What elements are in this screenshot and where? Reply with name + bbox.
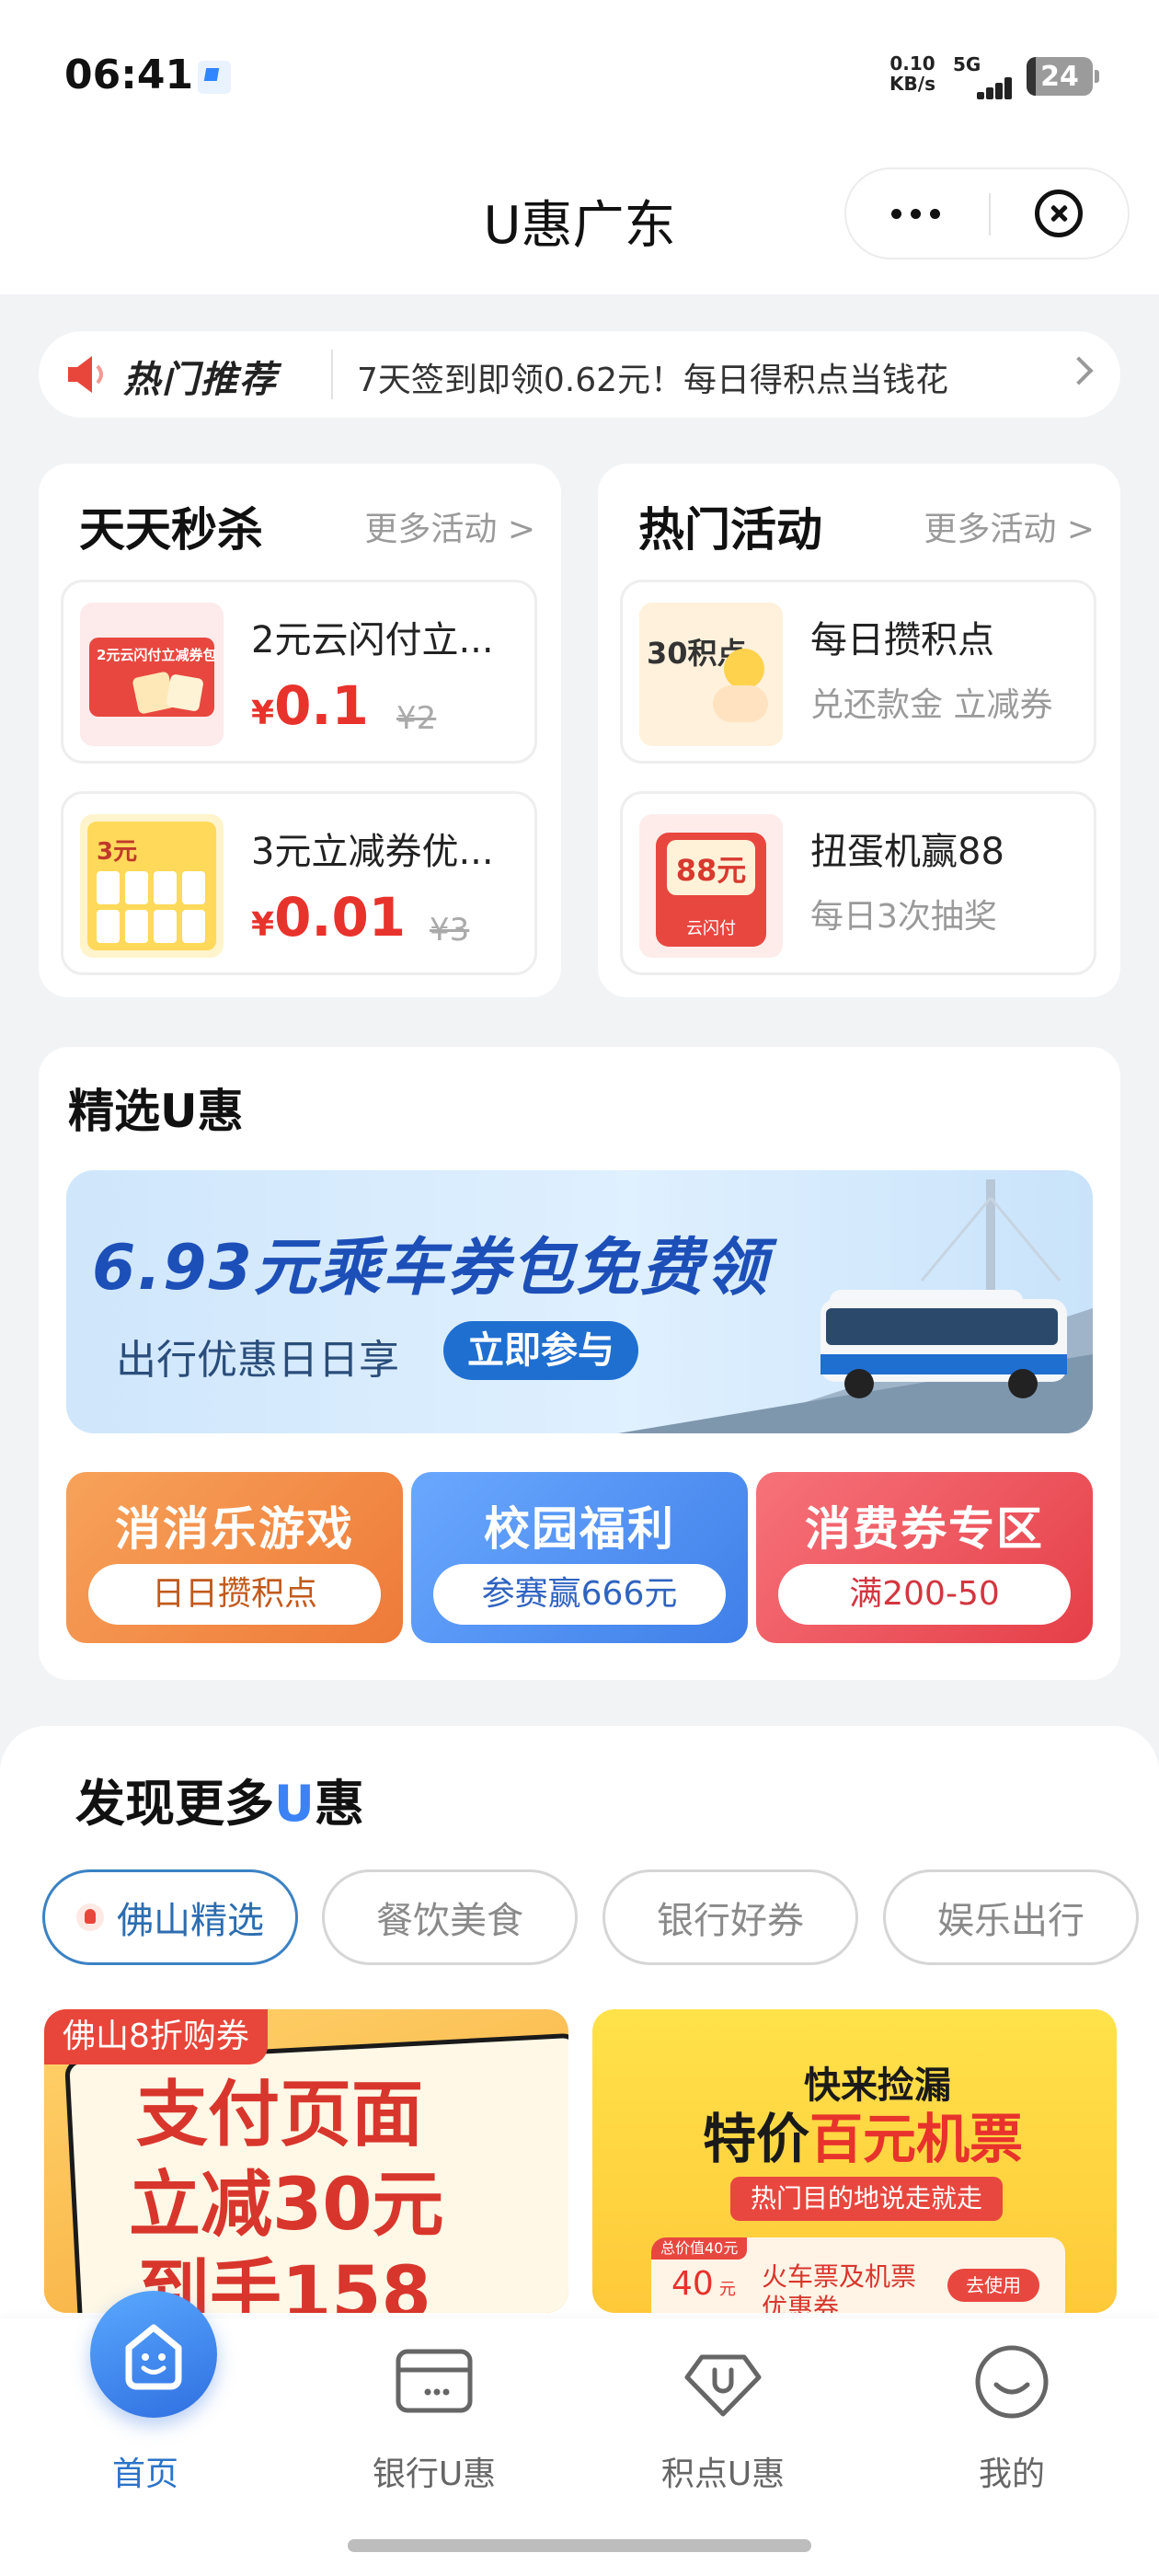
tab-label: 积点U惠 <box>660 2455 786 2493</box>
feed-card-flight[interactable]: 快来捡漏 特价百元机票 热门目的地说走就走 总价值40元 40 元 火车票及机票优… <box>592 2009 1117 2313</box>
featured-title: 精选U惠 <box>68 1085 244 1138</box>
close-icon[interactable] <box>1035 190 1083 237</box>
promo-tile-pill: 满200-50 <box>778 1564 1071 1625</box>
feed-card-foshan[interactable]: 佛山8折购券 支付页面 立减30元 到手158 <box>44 2009 568 2313</box>
featured-section: 精选U惠 6.93元乘车券包免费领 出行优惠日日享 立即参与 消消乐游戏 日日攒… <box>39 1047 1120 1680</box>
tab-label: 我的 <box>978 2455 1045 2493</box>
signal-icon <box>960 75 1012 99</box>
voucher-image: 3元 <box>80 814 224 958</box>
tab-label: 首页 <box>111 2455 178 2493</box>
tab-bank[interactable]: 银行U惠 <box>296 2318 572 2502</box>
network-type: 5G <box>953 53 981 75</box>
sale-price: ¥0.1 <box>251 674 369 737</box>
bus-ticket-banner[interactable]: 6.93元乘车券包免费领 出行优惠日日享 立即参与 <box>66 1170 1093 1433</box>
flash-sale-more-link[interactable]: 更多活动 > <box>364 502 535 550</box>
hot-activity-item-desc: 兑还款金 立减券 <box>810 686 1053 724</box>
use-coupon-button[interactable]: 去使用 <box>947 2269 1039 2302</box>
red-packet-image: 88元 云闪付 <box>639 814 783 958</box>
hot-activity-item[interactable]: 30积点 每日攒积点 兑还款金 立减券 <box>620 580 1096 764</box>
hot-activity-card: 热门活动 更多活动 > 30积点 每日攒积点 兑还款金 立减券 88元 云闪付 … <box>598 464 1120 997</box>
flash-sale-title: 天天秒杀 <box>79 503 263 557</box>
battery-icon: 24 <box>1027 57 1099 96</box>
promo-tile-coupon[interactable]: 消费券专区 满200-50 <box>756 1472 1093 1643</box>
sale-price: ¥0.01 <box>251 886 407 949</box>
promo-tile-pill: 参赛赢666元 <box>433 1564 726 1625</box>
flash-sale-item[interactable]: 3元 3元立减券优... ¥0.01 ¥3 <box>61 791 537 975</box>
profile-icon <box>975 2345 1049 2419</box>
hot-recommend-notice[interactable]: 热门推荐 7天签到即领0.62元！每日得积点当钱花 <box>39 331 1120 418</box>
status-bar: 06:41 0.10 KB/s 5G 24 <box>0 0 1159 156</box>
tab-profile[interactable]: 我的 <box>874 2318 1150 2502</box>
original-price: ¥3 <box>430 912 470 949</box>
points-icon <box>684 2354 762 2417</box>
chip-food[interactable]: 餐饮美食 <box>322 1869 578 1965</box>
location-pin-icon <box>76 1903 104 1931</box>
banner-cta-button[interactable]: 立即参与 <box>443 1321 638 1380</box>
capsule-divider <box>989 193 991 236</box>
promo-tile-title: 消消乐游戏 <box>115 1502 354 1556</box>
tab-points[interactable]: 积点U惠 <box>585 2318 861 2502</box>
hot-activity-item-name: 扭蛋机赢88 <box>810 831 1004 873</box>
original-price: ¥2 <box>396 700 437 737</box>
promo-tile-campus[interactable]: 校园福利 参赛赢666元 <box>411 1472 748 1643</box>
flash-sale-item-name: 2元云闪付立... <box>251 619 494 661</box>
notice-divider <box>331 350 333 399</box>
bottom-tab-bar: 首页 银行U惠 积点U惠 我的 <box>0 2291 1159 2576</box>
banner-headline: 6.93元乘车券包免费领 <box>92 1232 769 1305</box>
tab-label: 银行U惠 <box>372 2455 497 2493</box>
title-bar: U惠广东 <box>0 156 1159 294</box>
notice-tag: 热门推荐 <box>123 359 278 401</box>
chip-foshan[interactable]: 佛山精选 <box>42 1869 298 1965</box>
hot-activity-item-desc: 每日3次抽奖 <box>810 898 997 936</box>
points-image: 30积点 <box>639 603 783 746</box>
home-icon <box>90 2291 217 2418</box>
promo-tile-title: 消费券专区 <box>805 1502 1044 1556</box>
hot-activity-more-link[interactable]: 更多活动 > <box>924 502 1095 550</box>
hot-activity-item[interactable]: 88元 云闪付 扭蛋机赢88 每日3次抽奖 <box>620 791 1096 975</box>
hot-activity-item-name: 每日攒积点 <box>810 619 994 661</box>
flight-coupon: 总价值40元 40 元 火车票及机票优惠券 去使用 <box>651 2237 1065 2313</box>
hot-activity-title: 热门活动 <box>638 503 822 557</box>
coupon-pack-image: 2元云闪付立减券包 <box>80 603 224 746</box>
promo-tile-title: 校园福利 <box>484 1502 675 1556</box>
promo-tile-pill: 日日攒积点 <box>88 1564 381 1625</box>
chevron-right-icon <box>1064 356 1094 385</box>
discover-title: 发现更多U惠 <box>75 1775 364 1833</box>
home-indicator[interactable] <box>348 2539 811 2552</box>
feed-card-tag: 佛山8折购券 <box>44 2009 268 2064</box>
network-speed: 0.10 KB/s <box>889 52 935 95</box>
feed-card-headline: 特价百元机票 <box>703 2108 1024 2170</box>
banner-subline: 出行优惠日日享 <box>116 1337 399 1384</box>
more-options-icon[interactable] <box>846 169 984 258</box>
tab-home[interactable]: 首页 <box>7 2291 283 2502</box>
feed-card-line: 支付页面 <box>136 2074 424 2156</box>
feed-card-strip: 热门目的地说走就走 <box>730 2177 1004 2221</box>
notification-app-icon <box>198 61 231 94</box>
flash-sale-item-name: 3元立减券优... <box>251 831 494 873</box>
flash-sale-card: 天天秒杀 更多活动 > 2元云闪付立减券包 2元云闪付立... ¥0.1 ¥2 … <box>39 464 561 997</box>
notice-text: 7天签到即领0.62元！每日得积点当钱花 <box>357 362 949 399</box>
promo-tile-game[interactable]: 消消乐游戏 日日攒积点 <box>66 1472 403 1643</box>
speaker-icon <box>68 356 103 393</box>
chip-entertainment[interactable]: 娱乐出行 <box>883 1869 1139 1965</box>
card-icon <box>396 2349 473 2413</box>
battery-level: 24 <box>1040 60 1079 93</box>
mini-program-capsule <box>844 167 1130 259</box>
chip-bank[interactable]: 银行好券 <box>602 1869 858 1965</box>
status-time: 06:41 <box>64 52 194 98</box>
flash-sale-item[interactable]: 2元云闪付立减券包 2元云闪付立... ¥0.1 ¥2 <box>61 580 537 764</box>
